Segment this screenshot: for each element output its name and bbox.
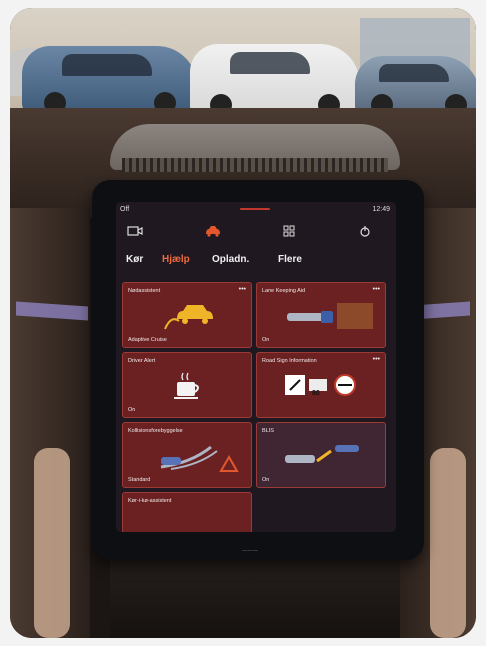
road-sign-graphic — [285, 374, 356, 396]
clock: 12:49 — [372, 206, 390, 213]
power-icon[interactable] — [354, 222, 376, 244]
card-lane-keeping[interactable]: Lane Keeping Aid ••• On — [256, 282, 386, 348]
parked-car — [22, 46, 197, 114]
card-status: On — [262, 337, 270, 343]
more-icon[interactable]: ••• — [239, 286, 246, 293]
card-title: Kollisionsforebyggelse — [128, 428, 183, 434]
card-road-sign-info[interactable]: Road Sign Information ••• 80 — [256, 352, 386, 418]
car-front-icon — [164, 305, 213, 330]
coffee-cup-icon — [174, 372, 199, 399]
card-status: On — [128, 407, 136, 413]
lane-graphic — [287, 303, 373, 329]
card-title: Kør-i-kø-assistent — [128, 498, 172, 504]
car-icon[interactable] — [202, 222, 224, 244]
card-title: Driver Alert — [128, 358, 156, 364]
parked-car — [190, 44, 360, 116]
tab-more[interactable]: Flere — [278, 254, 302, 265]
status-left-text: Off — [120, 206, 130, 213]
parked-car — [355, 56, 476, 116]
camera-icon[interactable] — [124, 222, 146, 244]
status-bar: Off 12:49 — [116, 202, 396, 218]
top-icon-row — [116, 222, 396, 244]
brand-mark: ――― — [242, 548, 259, 554]
card-sign-text: 80 — [312, 390, 320, 397]
card-title: Road Sign Information — [262, 358, 317, 364]
card-collision-avoidance[interactable]: Kollisionsforebyggelse Standard — [122, 422, 252, 488]
card-status: Adaptive Cruise — [128, 337, 167, 343]
tab-bar: Kør Hjælp Opladn. Flere — [116, 254, 396, 272]
tab-charging[interactable]: Opladn. — [212, 254, 249, 265]
assist-card-grid: Nødassistent ••• Adaptive Cruise Lane Ke… — [122, 282, 392, 532]
more-icon[interactable]: ••• — [373, 356, 380, 363]
more-icon[interactable]: ••• — [373, 286, 380, 293]
air-vent — [122, 158, 388, 172]
card-status: Standard — [128, 477, 151, 483]
card-driver-alert[interactable]: Driver Alert On — [122, 352, 252, 418]
collision-graphic — [160, 445, 239, 472]
card-title: Nødassistent — [128, 288, 161, 294]
card-emergency-assist[interactable]: Nødassistent ••• Adaptive Cruise — [122, 282, 252, 348]
drag-handle[interactable] — [240, 208, 270, 210]
showroom-background — [10, 8, 476, 120]
tab-help[interactable]: Hjælp — [162, 254, 190, 265]
tab-drive[interactable]: Kør — [126, 254, 143, 265]
card-title: Lane Keeping Aid — [262, 288, 306, 294]
card-status: On — [262, 477, 270, 483]
card-blis[interactable]: BLIS On — [256, 422, 386, 488]
seat-right — [430, 448, 466, 638]
blind-spot-graphic — [285, 445, 359, 463]
grid-icon[interactable] — [278, 222, 300, 244]
card-queue-assist[interactable]: Kør-i-kø-assistent — [122, 492, 252, 532]
infotainment-screen: Off 12:49 Kør Hjælp Opladn. Flere Nødass… — [116, 202, 396, 532]
card-title: BLIS — [262, 428, 274, 434]
seat-left — [34, 448, 70, 638]
